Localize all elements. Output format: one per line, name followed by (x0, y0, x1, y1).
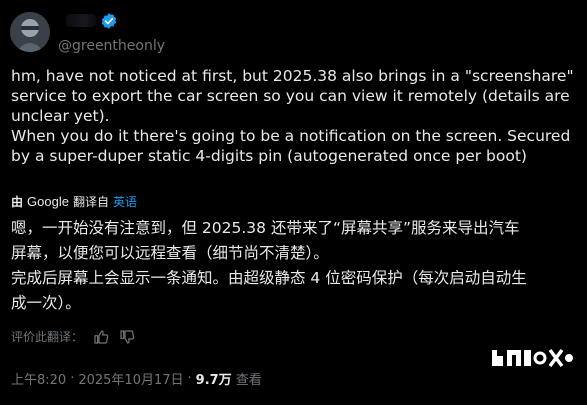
thumbs-up-icon[interactable] (93, 329, 109, 345)
tweet-text: hm, have not noticed at first, but 2025.… (11, 66, 579, 166)
post-date[interactable]: 2025年10月17日 (78, 369, 183, 388)
avatar[interactable] (10, 12, 50, 52)
translated-text: 嗯，一开始没有注意到，但 2025.38 还带来了“屏幕共享”服务来导出汽车 屏… (11, 216, 579, 316)
translation-suffix: 翻译自 (72, 195, 109, 209)
display-name-redacted (66, 14, 96, 27)
verified-badge-icon (101, 13, 117, 29)
author-handle[interactable]: @greentheonly (58, 38, 165, 54)
tweet-line: service to export the car screen so you … (11, 87, 570, 105)
views-count: 9.7万 (195, 373, 232, 388)
tweet-line: hm, have not noticed at first, but 2025.… (11, 67, 574, 85)
watermark-logo (492, 348, 573, 368)
post-time[interactable]: 上午8:20 (11, 369, 66, 388)
views-label: 查看 (235, 373, 262, 388)
translated-line: 成一次）。 (11, 294, 81, 312)
translated-line: 完成后屏幕上会显示一条通知。由超级静态 4 位密码保护（每次启动自动生 (11, 269, 527, 287)
avatar-icon (10, 12, 50, 52)
rate-translation-label: 评价此翻译： (11, 330, 84, 344)
tweet-line: When you do it there's going to be a not… (11, 127, 571, 145)
tweet-line: unclear yet). (11, 107, 110, 125)
tweet-line: by a super-duper static 4-digits pin (au… (11, 147, 527, 165)
translated-line: 嗯，一开始没有注意到，但 2025.38 还带来了“屏幕共享”服务来导出汽车 (11, 219, 520, 237)
meta-separator: · (187, 371, 192, 386)
source-language-link[interactable]: 英语 (113, 193, 137, 210)
rate-translation-row: 评价此翻译： (11, 328, 135, 345)
meta-separator: · (70, 371, 75, 386)
google-label: Google (27, 194, 69, 209)
translation-prefix: 由 (11, 195, 24, 209)
translated-line: 屏幕，以便您可以远程查看（细节尚不清楚）。 (11, 244, 329, 262)
thumbs-down-icon[interactable] (119, 329, 135, 345)
translation-attribution: 由 Google 翻译自 英语 (11, 193, 137, 210)
tweet-meta: 上午8:20 · 2025年10月17日 · 9.7万 查看 (11, 369, 262, 388)
